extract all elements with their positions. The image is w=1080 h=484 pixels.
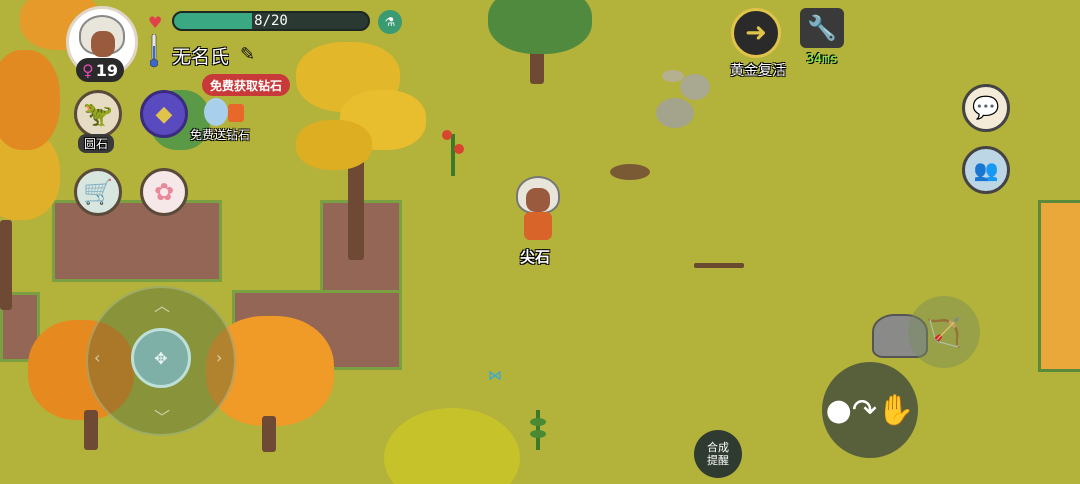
yellow-tree xyxy=(296,120,372,170)
dirt-mound[interactable] xyxy=(610,164,650,180)
orange-field xyxy=(1038,200,1080,372)
joystick-down-icon: ﹀ xyxy=(154,408,171,427)
joystick-up-icon: ︿ xyxy=(154,296,171,315)
character-name-label: 尖石 xyxy=(520,248,551,266)
tree-trunk xyxy=(262,416,276,452)
craft-reminder-button[interactable]: 合成 提醒 xyxy=(694,430,742,478)
tree-trunk xyxy=(0,220,12,310)
flower-icon: ✿ xyxy=(153,178,175,206)
health-text: 8/20 xyxy=(254,13,288,29)
stone-path xyxy=(680,74,710,100)
character-body xyxy=(524,212,552,240)
female-icon: ♀ xyxy=(82,60,94,80)
bow-attack-button[interactable]: 🏹 xyxy=(908,296,980,368)
sakura-event-button[interactable]: ✿ xyxy=(140,168,188,216)
book-icon: ◆ xyxy=(155,101,173,127)
settings-button[interactable]: 🔧 xyxy=(800,8,844,48)
stone-item-label: 圆石 xyxy=(78,134,115,153)
stone-item-button[interactable]: 🦖 xyxy=(74,90,122,138)
dirt-patch xyxy=(52,200,222,282)
craft-label-line2: 提醒 xyxy=(707,454,729,467)
sapling[interactable] xyxy=(530,410,546,450)
joystick-right-icon: › xyxy=(216,348,223,367)
level-value: 19 xyxy=(95,60,118,80)
orange-tree xyxy=(0,50,60,150)
tree-trunk xyxy=(84,410,98,450)
free-diamond-label: 免费送钻石 xyxy=(190,128,251,142)
golden-revive-button[interactable]: ➜ xyxy=(731,8,781,58)
character-face xyxy=(526,188,550,212)
health-bar: 8/20 xyxy=(172,11,370,31)
friends-button[interactable]: 👥 xyxy=(962,146,1010,194)
edit-icon[interactable]: ✎ xyxy=(240,44,255,65)
speech-bubble-icon: 💬 xyxy=(972,95,1000,121)
wrench-icon: 🔧 xyxy=(807,14,837,42)
heart-icon: ♥ xyxy=(148,13,163,32)
player-character[interactable] xyxy=(514,176,564,246)
berry-plant[interactable] xyxy=(440,124,466,176)
golden-revive-label: 黄金复活 xyxy=(730,63,786,79)
grab-action-button[interactable]: ●↷✋ xyxy=(822,362,918,458)
arrow-right-icon: ➜ xyxy=(745,18,767,48)
joystick-left-icon: ‹ xyxy=(94,348,101,367)
butterfly[interactable]: ⋈ xyxy=(488,368,502,384)
free-diamond-button[interactable] xyxy=(204,96,246,130)
dinosaur-icon: 🦖 xyxy=(83,100,113,128)
friends-icon: 👥 xyxy=(973,158,999,182)
mascot-icon xyxy=(204,98,228,126)
shop-button[interactable]: 🛒 xyxy=(74,168,122,216)
hand-grab-icon: ●↷✋ xyxy=(825,392,915,428)
bow-icon: 🏹 xyxy=(926,315,962,349)
joystick-knob[interactable]: ✥ xyxy=(131,328,191,388)
green-tree xyxy=(488,0,592,54)
cart-icon: 🛒 xyxy=(83,178,113,206)
thermometer-icon xyxy=(150,34,158,68)
ping-indicator: 34ms xyxy=(806,52,838,67)
stick-item[interactable] xyxy=(694,263,744,268)
player-name: 无名氏 xyxy=(172,46,230,68)
craft-label-line1: 合成 xyxy=(707,440,729,454)
bottle-icon[interactable]: ⚗ xyxy=(378,10,402,34)
gift-icon xyxy=(228,104,244,122)
dpad-icon: ✥ xyxy=(154,348,168,368)
free-diamond-promo[interactable]: 免费获取钻石 xyxy=(202,74,291,96)
yellow-bush xyxy=(384,408,520,484)
chat-button[interactable]: 💬 xyxy=(962,84,1010,132)
stone-path xyxy=(656,98,694,128)
level-badge: ♀ 19 xyxy=(76,58,124,82)
guide-book-button[interactable]: ◆ xyxy=(140,90,188,138)
